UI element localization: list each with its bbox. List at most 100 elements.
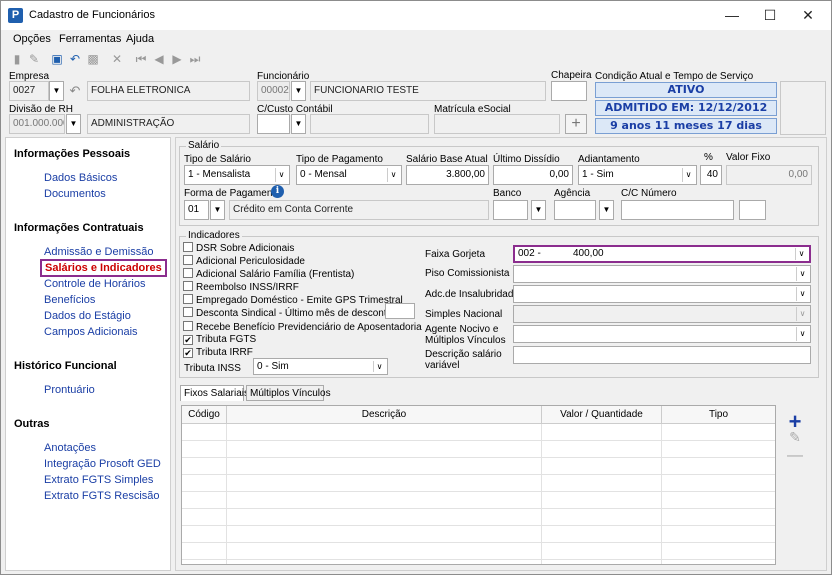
valor-fixo-field[interactable]: 0,00 [726,165,812,185]
table-row[interactable] [182,509,775,526]
banco-field[interactable] [493,200,528,220]
banco-dropdown-icon[interactable]: ▼ [531,200,546,220]
sidebar-item-beneficios[interactable]: Benefícios [44,294,95,306]
checkbox-icon [183,268,193,278]
checkmark-icon: ✔ [183,335,193,345]
sidebar-item-anotacoes[interactable]: Anotações [44,442,96,454]
minimize-icon[interactable]: — [715,1,749,30]
grid-header-tipo[interactable]: Tipo [662,406,775,424]
table-row[interactable] [182,526,775,543]
menu-ferramentas[interactable]: Ferramentas [59,33,121,45]
save-icon[interactable]: ▣ [49,51,65,67]
grid-header-valor[interactable]: Valor / Quantidade [542,406,662,424]
custo-dropdown-icon[interactable]: ▼ [291,114,306,134]
sidebar-item-fgts-rescisao[interactable]: Extrato FGTS Rescisão [44,490,160,502]
salario-group-title: Salário [186,140,222,151]
salario-base-label: Salário Base Atual [406,154,488,165]
piso-label: Piso Comissionista [425,268,510,279]
table-row[interactable] [182,458,775,475]
chk-aposentadoria[interactable]: Recebe Benefício Previdenciário de Apose… [183,321,422,333]
divisao-dropdown-icon[interactable]: ▼ [66,114,81,134]
cc-dv-field[interactable] [739,200,766,220]
tributa-inss-select[interactable]: 0 - Sim ∨ [253,358,388,375]
funcionario-code-field[interactable]: 00002 [257,81,290,101]
custo-field[interactable] [257,114,290,134]
empresa-code-field[interactable]: 0027 [9,81,49,101]
fixos-grid[interactable]: Código Descrição Valor / Quantidade Tipo [181,405,776,565]
chk-domestico[interactable]: Empregado Doméstico - Emite GPS Trimestr… [183,294,403,306]
photo-placeholder[interactable] [780,81,826,135]
sidebar-item-documentos[interactable]: Documentos [44,188,106,200]
chk-sindical[interactable]: Desconta Sindical - Último mês de descon… [183,307,392,319]
tab-multiplos-vinculos[interactable]: Múltiplos Vínculos [246,385,331,401]
chk-periculosidade[interactable]: Adicional Periculosidade [183,255,305,267]
cc-field[interactable] [621,200,734,220]
sidebar-item-prontuario[interactable]: Prontuário [44,384,95,396]
close-icon[interactable]: ✕ [791,1,825,30]
table-row[interactable] [182,475,775,492]
agencia-dropdown-icon[interactable]: ▼ [599,200,614,220]
refresh-icon[interactable]: ↶ [67,83,83,99]
chk-salario-familia[interactable]: Adicional Salário Família (Frentista) [183,268,354,280]
next-record-icon[interactable]: ▶ [169,51,185,67]
forma-dropdown-icon[interactable]: ▼ [210,200,225,220]
chk-tributa-fgts[interactable]: ✔ Tributa FGTS [183,334,256,345]
simples-select[interactable]: ∨ [513,305,811,323]
sidebar-item-horarios[interactable]: Controle de Horários [44,278,146,290]
menu-ajuda[interactable]: Ajuda [126,33,154,45]
insalubridade-select[interactable]: ∨ [513,285,811,303]
table-row[interactable] [182,424,775,441]
previous-record-icon[interactable]: ◀ [151,51,167,67]
sidebar-item-estagio[interactable]: Dados do Estágio [44,310,131,322]
maximize-icon[interactable]: ☐ [753,1,787,30]
chk-reembolso[interactable]: Reembolso INSS/IRRF [183,281,299,293]
sidebar-item-admissao[interactable]: Admissão e Demissão [44,246,153,258]
chapeira-field[interactable] [551,81,587,101]
title-bar: P Cadastro de Funcionários — ☐ ✕ [1,1,831,30]
last-record-icon[interactable]: ⏭ [187,51,203,67]
table-row[interactable] [182,492,775,509]
condicao-label: Condição Atual e Tempo de Serviço [595,71,754,82]
percent-field[interactable]: 40 [700,165,722,185]
tipo-salario-select[interactable]: 1 - Mensalista ∨ [184,165,290,185]
funcionario-dropdown-icon[interactable]: ▼ [291,81,306,101]
sidebar-item-fgts-simples[interactable]: Extrato FGTS Simples [44,474,153,486]
remove-row-icon[interactable]: — [787,447,803,465]
agencia-field[interactable] [554,200,596,220]
menu-opcoes[interactable]: Opções [13,33,51,45]
sidebar-item-salarios[interactable]: Salários e Indicadores [40,259,167,277]
tipo-pagamento-select[interactable]: 0 - Mensal ∨ [296,165,402,185]
divisao-code-field[interactable]: 001.000.000 [9,114,65,134]
piso-select[interactable]: ∨ [513,265,811,283]
delete-icon[interactable]: ✕ [109,51,125,67]
forma-code-field[interactable]: 01 [184,200,209,220]
adiantamento-select[interactable]: 1 - Sim ∨ [578,165,697,185]
print-icon[interactable]: ▩ [85,51,101,67]
faixa-gorjeta-select[interactable]: 002 -400,00 ∨ [513,245,811,263]
table-row[interactable] [182,441,775,458]
info-icon[interactable]: i [271,185,284,198]
chk-dsr[interactable]: DSR Sobre Adicionais [183,242,294,254]
edit-icon[interactable]: ✎ [26,51,42,67]
edit-row-icon[interactable]: ✎ [787,429,803,446]
agente-select[interactable]: ∨ [513,325,811,343]
sindical-month-field[interactable] [385,303,415,319]
grid-header-codigo[interactable]: Código [182,406,227,424]
matricula-field[interactable] [434,114,560,134]
sidebar-item-dados-basicos[interactable]: Dados Básicos [44,172,117,184]
new-document-icon[interactable]: ▮ [9,51,25,67]
sidebar-item-ged[interactable]: Integração Prosoft GED [44,458,161,470]
descricao-field[interactable] [513,346,811,364]
grid-header-descricao[interactable]: Descrição [227,406,542,424]
salario-base-field[interactable]: 3.800,00 [406,165,489,185]
table-row[interactable] [182,543,775,560]
empresa-dropdown-icon[interactable]: ▼ [49,81,64,101]
sidebar-item-campos[interactable]: Campos Adicionais [44,326,138,338]
add-matricula-button[interactable]: + [565,114,587,134]
undo-icon[interactable]: ↶ [67,51,83,67]
chk-tributa-irrf[interactable]: ✔ Tributa IRRF [183,347,253,358]
chevron-down-icon: ∨ [796,287,808,301]
first-record-icon[interactable]: ⏮ [133,51,149,67]
ultimo-dissidio-field[interactable]: 0,00 [493,165,573,185]
tab-fixos-salariais[interactable]: Fixos Salariais [180,385,249,401]
